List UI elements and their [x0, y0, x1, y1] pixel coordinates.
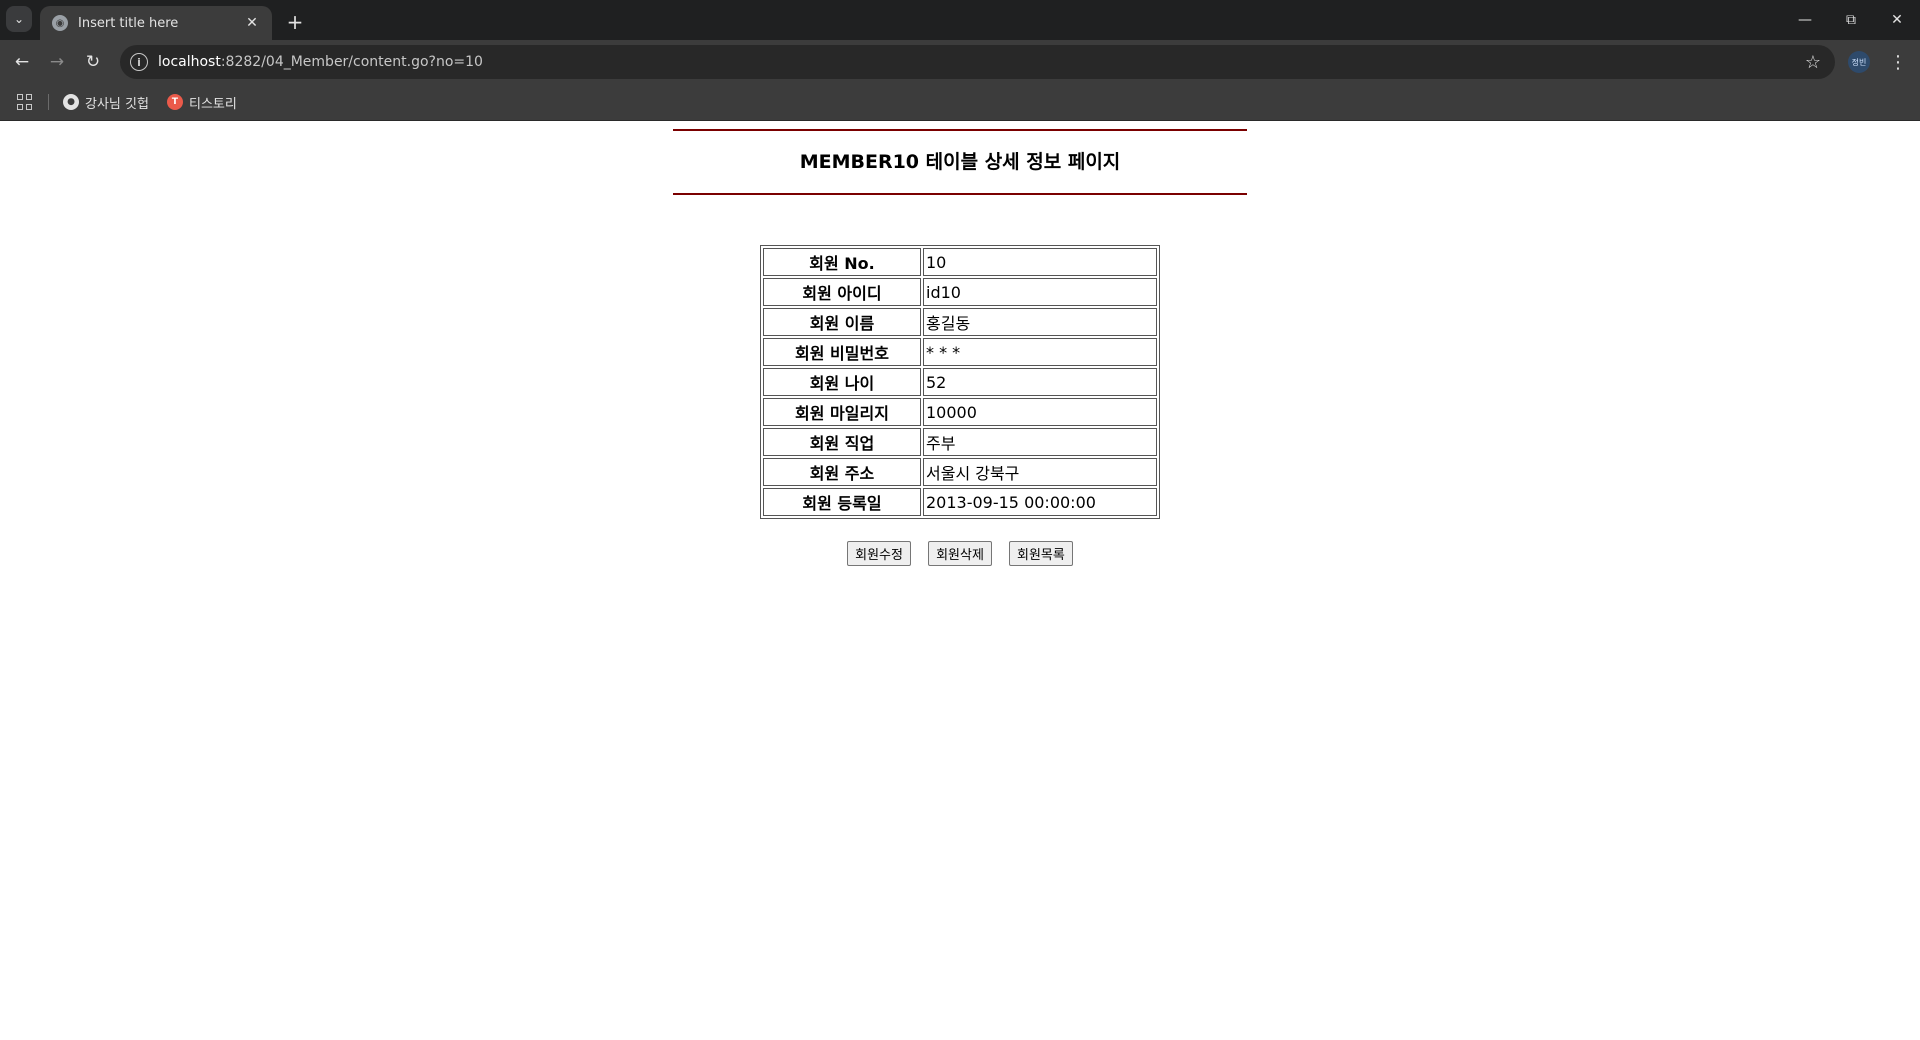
row-label: 회원 이름 [763, 308, 921, 336]
top-divider [673, 129, 1247, 131]
github-icon: ● [63, 94, 79, 110]
row-label: 회원 No. [763, 248, 921, 276]
row-label: 회원 마일리지 [763, 398, 921, 426]
bookmark-github[interactable]: ● 강사님 깃헙 [63, 92, 149, 112]
row-value: 10000 [923, 398, 1157, 426]
bookmarks-bar: ● 강사님 깃헙 T 티스토리 [0, 84, 1920, 121]
browser-window: ⌄ ◉ Insert title here ✕ + — ⧉ ✕ ← → ↻ i … [0, 0, 1920, 1040]
action-buttons: 회원수정 회원삭제 회원목록 [673, 541, 1247, 566]
arrow-right-icon: → [49, 52, 65, 72]
bookmark-tistory[interactable]: T 티스토리 [167, 92, 237, 112]
page-title: MEMBER10 테이블 상세 정보 페이지 [799, 151, 1121, 173]
table-row: 회원 아이디 id10 [763, 278, 1157, 306]
row-value: 2013-09-15 00:00:00 [923, 488, 1157, 516]
tab-search-button[interactable]: ⌄ [6, 6, 32, 32]
row-label: 회원 주소 [763, 458, 921, 486]
edit-member-button[interactable]: 회원수정 [847, 541, 911, 566]
minimize-button[interactable]: — [1782, 0, 1828, 40]
page-content: MEMBER10 테이블 상세 정보 페이지 회원 No. 10 회원 아이디 … [0, 121, 1920, 1040]
url-path: :8282/04_Member/content.go?no=10 [220, 54, 483, 70]
row-label: 회원 등록일 [763, 488, 921, 516]
row-value: 주부 [923, 428, 1157, 456]
address-bar[interactable]: i localhost:8282/04_Member/content.go?no… [120, 45, 1835, 79]
delete-member-button[interactable]: 회원삭제 [928, 541, 992, 566]
tab-active[interactable]: ◉ Insert title here ✕ [40, 6, 272, 40]
tab-strip: ⌄ ◉ Insert title here ✕ + — ⧉ ✕ [0, 0, 1920, 40]
url-host: localhost [158, 54, 221, 70]
row-label: 회원 비밀번호 [763, 338, 921, 366]
row-value: 52 [923, 368, 1157, 396]
row-value: * * * [923, 338, 1157, 366]
bookmark-star-icon[interactable]: ☆ [1805, 52, 1821, 73]
tab-title: Insert title here [78, 15, 179, 31]
minimize-icon: — [1798, 12, 1812, 28]
tistory-icon: T [167, 94, 183, 110]
close-icon[interactable]: ✕ [242, 13, 262, 33]
table-row: 회원 주소 서울시 강북구 [763, 458, 1157, 486]
close-icon: ✕ [1891, 12, 1903, 28]
table-row: 회원 No. 10 [763, 248, 1157, 276]
new-tab-button[interactable]: + [282, 9, 308, 35]
close-window-button[interactable]: ✕ [1874, 0, 1920, 40]
table-row: 회원 등록일 2013-09-15 00:00:00 [763, 488, 1157, 516]
back-button[interactable]: ← [8, 48, 36, 76]
row-value: 홍길동 [923, 308, 1157, 336]
bottom-divider [673, 193, 1247, 195]
table-row: 회원 마일리지 10000 [763, 398, 1157, 426]
more-menu-icon[interactable]: ⋮ [1886, 48, 1910, 76]
bookmark-label: 강사님 깃헙 [85, 96, 149, 112]
apps-grid-icon[interactable] [17, 94, 33, 110]
table-row: 회원 이름 홍길동 [763, 308, 1157, 336]
table-row: 회원 직업 주부 [763, 428, 1157, 456]
reload-icon: ↻ [85, 52, 101, 72]
bookmarks-separator [48, 94, 49, 110]
member-detail-table: 회원 No. 10 회원 아이디 id10 회원 이름 홍길동 회원 비밀번호 … [760, 245, 1160, 519]
member-list-button[interactable]: 회원목록 [1009, 541, 1073, 566]
profile-avatar[interactable]: 정빈 [1848, 51, 1870, 73]
table-row: 회원 나이 52 [763, 368, 1157, 396]
forward-button[interactable]: → [43, 48, 71, 76]
row-value: id10 [923, 278, 1157, 306]
browser-toolbar: ← → ↻ i localhost:8282/04_Member/content… [0, 40, 1920, 84]
table-row: 회원 비밀번호 * * * [763, 338, 1157, 366]
site-info-icon[interactable]: i [130, 53, 148, 71]
row-value: 서울시 강북구 [923, 458, 1157, 486]
row-value: 10 [923, 248, 1157, 276]
row-label: 회원 나이 [763, 368, 921, 396]
reload-button[interactable]: ↻ [79, 48, 107, 76]
row-label: 회원 직업 [763, 428, 921, 456]
globe-icon: ◉ [52, 15, 68, 31]
arrow-left-icon: ← [14, 52, 30, 72]
row-label: 회원 아이디 [763, 278, 921, 306]
url-text[interactable]: localhost:8282/04_Member/content.go?no=1… [158, 54, 483, 70]
plus-icon: + [286, 10, 304, 34]
chevron-down-icon: ⌄ [13, 12, 25, 26]
bookmark-label: 티스토리 [189, 96, 237, 112]
page-container: MEMBER10 테이블 상세 정보 페이지 회원 No. 10 회원 아이디 … [673, 129, 1247, 566]
restore-icon: ⧉ [1846, 12, 1856, 28]
restore-button[interactable]: ⧉ [1828, 0, 1874, 40]
